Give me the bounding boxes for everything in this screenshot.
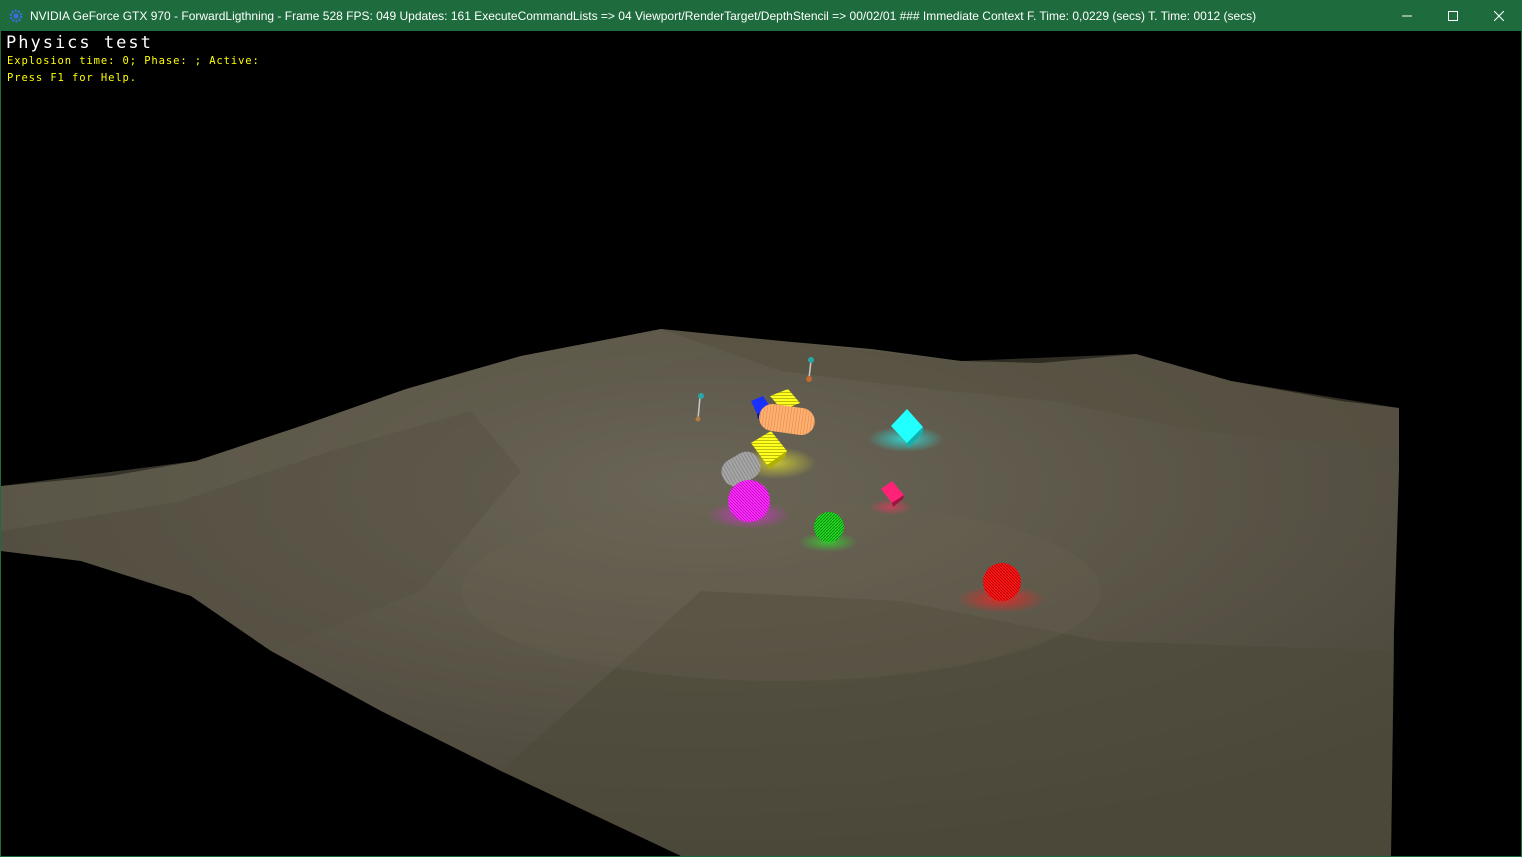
close-button[interactable]	[1476, 0, 1522, 31]
title-bar[interactable]: NVIDIA GeForce GTX 970 - ForwardLigthnin…	[0, 0, 1522, 31]
maximize-button[interactable]	[1430, 0, 1476, 31]
application-window: NVIDIA GeForce GTX 970 - ForwardLigthnin…	[0, 0, 1522, 857]
scene-canvas	[1, 329, 1399, 856]
window-controls	[1384, 0, 1522, 31]
hud-overlay: Physics test Explosion time: 0; Phase: ;…	[6, 33, 260, 87]
hud-help-line: Press F1 for Help.	[7, 72, 137, 84]
close-icon	[1494, 10, 1504, 21]
green-sphere	[814, 512, 844, 542]
magenta-sphere	[728, 480, 770, 522]
hud-status-line: Explosion time: 0; Phase: ; Active:	[7, 55, 260, 67]
minimize-button[interactable]	[1384, 0, 1430, 31]
maximize-icon	[1448, 10, 1458, 21]
gear-app-icon[interactable]	[9, 9, 23, 23]
render-viewport[interactable]: Physics test Explosion time: 0; Phase: ;…	[1, 31, 1521, 856]
window-title: NVIDIA GeForce GTX 970 - ForwardLigthnin…	[30, 8, 1257, 23]
red-sphere	[983, 563, 1021, 601]
hud-title: Physics test	[6, 33, 153, 53]
minimize-icon	[1402, 15, 1412, 16]
